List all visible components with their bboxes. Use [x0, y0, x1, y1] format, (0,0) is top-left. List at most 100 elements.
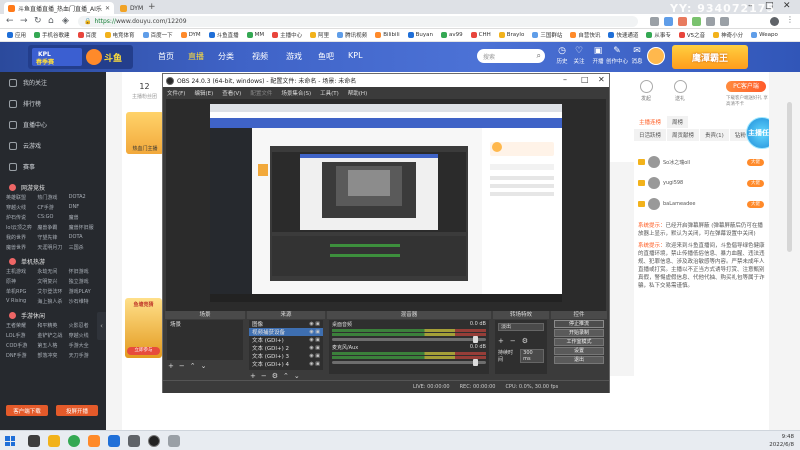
browser-tab-dym[interactable]: DYM — [116, 2, 146, 14]
search-icon[interactable]: ⌕ — [537, 51, 541, 61]
nav-kpl[interactable]: KPL — [348, 51, 363, 60]
sidebar-section-title[interactable]: 单机热游 — [0, 255, 106, 268]
url-input[interactable]: 🔒 https://www.douyu.com/12209 — [78, 16, 638, 27]
source-item[interactable]: 图像 ◉ ▣ — [249, 320, 323, 328]
page-scrollbar[interactable] — [769, 72, 800, 430]
bookmark-item[interactable]: Bilibili — [372, 32, 402, 38]
obs-menu-item[interactable]: 查看(V) — [222, 89, 241, 97]
chrome-icon[interactable] — [68, 435, 80, 447]
bookmark-item[interactable]: Buyan — [405, 32, 436, 38]
source-item[interactable]: 文本 (GDI+) ◉ ▣ — [249, 336, 323, 344]
gift-button[interactable]: 送礼 — [668, 80, 692, 102]
rank-tab[interactable]: 主播连榜 — [634, 116, 668, 128]
app-icon[interactable] — [168, 435, 180, 447]
obs-menu-item[interactable]: 场景集合(S) — [281, 89, 311, 97]
remove-icon[interactable]: − — [261, 372, 267, 380]
sidebar-game-link[interactable]: 魔兽 — [69, 214, 100, 221]
source-item[interactable]: 文本 (GDI+) 3 ◉ ▣ — [249, 352, 323, 360]
download-client-button[interactable]: 客户端下载 — [6, 405, 48, 416]
sidebar-game-link[interactable]: 我的世界 — [6, 234, 37, 241]
bookmark-item[interactable]: 腾讯视频 — [334, 31, 370, 39]
nav-category[interactable]: 分类 — [218, 51, 234, 62]
extension-icon[interactable] — [692, 17, 701, 26]
bookmark-item[interactable]: MM — [244, 32, 268, 38]
nav-game[interactable]: 游戏 — [286, 51, 302, 62]
sources-list[interactable]: 图像 ◉ ▣ 视频捕获设备 ◉ ▣ 文本 (GDI+) ◉ ▣ 文本 (GDI+) 2 ◉ ▣… — [249, 320, 323, 370]
obs-maximize-icon[interactable]: □ — [581, 75, 589, 84]
source-item[interactable]: 文本 (GDI+) 4 ◉ ▣ — [249, 360, 323, 368]
bookmark-item[interactable]: 斗鱼直播 — [206, 31, 242, 39]
windows-start-icon[interactable] — [5, 436, 15, 446]
sidebar-game-link[interactable]: 主机游戏 — [6, 268, 37, 275]
sidebar-item[interactable]: 我的关注 — [0, 72, 106, 93]
sidebar-game-link[interactable]: 英雄联盟 — [6, 194, 37, 201]
rank-subtab[interactable]: 日活跃榜 — [634, 129, 668, 141]
sidebar-game-link[interactable]: 原神 — [6, 278, 37, 285]
sidebar-game-link[interactable]: 魔兽世界 — [6, 244, 37, 251]
sidebar-game-link[interactable]: DOTA — [69, 234, 100, 241]
file-explorer-icon[interactable] — [48, 435, 60, 447]
sidebar-game-link[interactable]: 守望先锋 — [37, 234, 68, 241]
sidebar-game-link[interactable]: LOL手游 — [6, 332, 37, 339]
bookmark-item[interactable]: Braylo — [496, 32, 528, 38]
sidebar-section-title[interactable]: 网游竞技 — [0, 181, 106, 194]
home-icon[interactable]: ⌂ — [48, 16, 54, 26]
remove-icon[interactable]: − — [179, 362, 185, 370]
sidebar-section-title[interactable]: 手游休闲 — [0, 309, 106, 322]
event-promo-button[interactable]: 立即参与 — [127, 347, 160, 355]
user-avatar[interactable] — [647, 47, 665, 65]
visibility-eye-icon[interactable]: ◉ ▣ — [309, 321, 320, 327]
bookmark-item[interactable]: 阿里 — [307, 31, 332, 39]
obs-titlebar[interactable]: OBS 24.0.3 (64-bit, windows) - 配置文件: 未命名… — [163, 74, 609, 87]
nav-live[interactable]: 直播 — [188, 51, 204, 62]
system-tray-clock[interactable]: 9:48 2022/6/8 — [769, 433, 794, 449]
obs-taskbar-icon[interactable] — [148, 435, 160, 447]
close-tab-icon[interactable]: ✕ — [105, 5, 110, 12]
shield-icon[interactable]: ◈ — [62, 16, 69, 26]
bookmark-item[interactable]: 从事专 — [643, 31, 674, 39]
obs-control-button[interactable]: 退出 — [554, 356, 604, 364]
sidebar-game-link[interactable]: COD手游 — [6, 342, 37, 349]
new-tab-icon[interactable]: + — [148, 2, 156, 12]
obs-menu-item[interactable]: 帮助(H) — [348, 89, 367, 97]
sidebar-game-link[interactable]: CS:GO — [37, 214, 68, 221]
sidebar-game-link[interactable]: 单机RPG — [6, 288, 37, 295]
bookmark-item[interactable]: av99 — [438, 32, 466, 38]
fan-rank-row[interactable]: yugi598 大佬 — [638, 175, 764, 191]
sidebar-game-link[interactable]: 金铲铲之战 — [37, 332, 68, 339]
sidebar-game-link[interactable]: 火影忍者 — [69, 322, 100, 329]
sidebar-game-link[interactable]: 独立游戏 — [69, 278, 100, 285]
bookmark-item[interactable]: 自营快讯 — [567, 31, 603, 39]
sidebar-game-link[interactable]: 炉石传说 — [6, 214, 37, 221]
edge-icon[interactable] — [108, 435, 120, 447]
sidebar-item[interactable]: 直播中心 — [0, 114, 106, 135]
duration-input[interactable]: 300 ms — [520, 349, 544, 363]
volume-slider[interactable] — [332, 336, 486, 343]
sidebar-game-link[interactable]: lol云顶之弈 — [6, 224, 37, 231]
scene-item[interactable]: 场景 — [167, 320, 243, 328]
sidebar-item[interactable]: 云游戏 — [0, 135, 106, 156]
visibility-eye-icon[interactable]: ◉ ▣ — [309, 353, 320, 359]
move-up-icon[interactable]: ⌃ — [283, 372, 289, 380]
rank-subtab[interactable]: 贵宾(1) — [700, 129, 730, 141]
sidebar-game-link[interactable]: 永劫无间 — [37, 268, 68, 275]
sidebar-game-link[interactable]: 天涯明月刀 — [37, 244, 68, 251]
visibility-eye-icon[interactable]: ◉ ▣ — [309, 337, 320, 343]
gear-icon[interactable]: ⚙ — [522, 337, 528, 345]
move-down-icon[interactable]: ⌄ — [294, 372, 300, 380]
sidebar-game-link[interactable]: 手游大全 — [69, 342, 100, 349]
bookmark-item[interactable]: 快速通道 — [605, 31, 641, 39]
obs-menu-item[interactable]: 编辑(E) — [194, 89, 213, 97]
sidebar-game-link[interactable]: V Rising — [6, 298, 37, 305]
fan-club-count[interactable]: 12 主播粉丝团 — [132, 82, 157, 102]
visibility-eye-icon[interactable]: ◉ ▣ — [309, 345, 320, 351]
bookmark-item[interactable]: DYM — [178, 32, 204, 38]
move-up-icon[interactable]: ⌃ — [190, 362, 196, 370]
source-item[interactable]: 视频捕获设备 ◉ ▣ — [249, 328, 323, 336]
cast-live-button[interactable]: 投屏开播 — [56, 405, 98, 416]
sidebar-game-link[interactable]: 文明复兴 — [37, 278, 68, 285]
sidebar-game-link[interactable]: 怀旧游戏 — [69, 268, 100, 275]
bookmark-item[interactable]: 手机谷歌建 — [31, 31, 73, 39]
obs-close-icon[interactable]: ✕ — [598, 75, 605, 84]
sidebar-game-link[interactable]: 部落冲突 — [37, 352, 68, 359]
